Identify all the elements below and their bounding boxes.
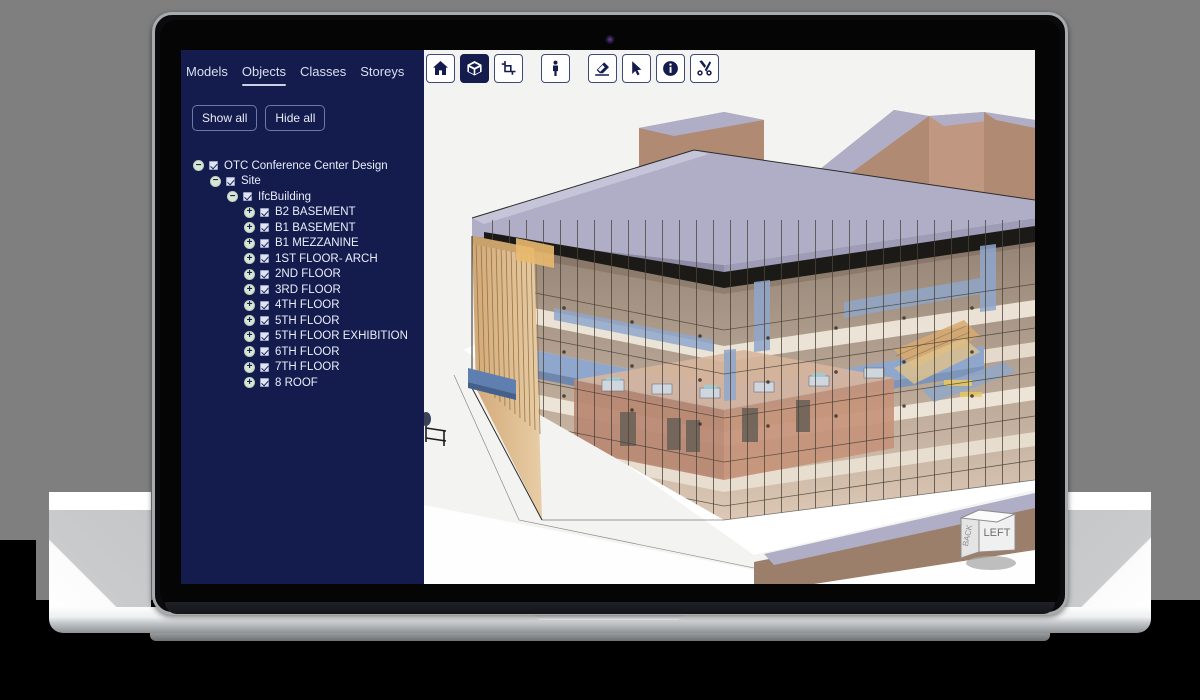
sidebar-tabs: Models Objects Classes Storeys <box>181 64 424 88</box>
show-all-button[interactable]: Show all <box>192 105 258 131</box>
building-model <box>424 50 1035 584</box>
tree-node[interactable]: +8 ROOF <box>181 375 424 391</box>
info-icon[interactable] <box>656 54 685 83</box>
expand-icon[interactable]: + <box>244 377 255 389</box>
tree-node[interactable]: − OTC Conference Center Design <box>181 158 424 174</box>
object-tree: − OTC Conference Center Design − Site − IfcBu… <box>181 131 424 391</box>
expand-icon[interactable]: + <box>244 315 255 327</box>
hide-all-button[interactable]: Hide all <box>265 105 326 131</box>
visibility-checkbox[interactable] <box>260 238 269 248</box>
tree-node[interactable]: +5TH FLOOR EXHIBITION <box>181 329 424 345</box>
cursor-arrow-icon[interactable] <box>622 54 651 83</box>
tree-node[interactable]: + B1 MEZZANINE <box>181 236 424 252</box>
viewport-toolbar <box>424 54 719 83</box>
tree-node-label: IfcBuilding <box>258 190 312 203</box>
visibility-checkbox[interactable] <box>260 223 269 233</box>
tree-node-label: B1 MEZZANINE <box>275 237 359 250</box>
laptop-hinge <box>165 602 1055 614</box>
tab-classes[interactable]: Classes <box>300 64 346 88</box>
tree-node[interactable]: +3RD FLOOR <box>181 282 424 298</box>
collapse-icon[interactable]: − <box>193 160 204 172</box>
visibility-checkbox[interactable] <box>260 285 269 295</box>
decor-panel-left <box>49 510 151 622</box>
navigation-cube[interactable]: BACK LEFT <box>951 500 1023 574</box>
scissors-icon[interactable] <box>690 54 719 83</box>
cube-icon[interactable] <box>460 54 489 83</box>
visibility-checkbox[interactable] <box>226 176 235 186</box>
visibility-checkbox[interactable] <box>260 254 269 264</box>
tree-node-label: 8 ROOF <box>275 376 318 389</box>
tree-node[interactable]: +5TH FLOOR <box>181 313 424 329</box>
app-screen: Models Objects Classes Storeys Show all Hid… <box>181 50 1035 584</box>
decor-panel-cap-left <box>49 492 151 510</box>
expand-icon[interactable]: + <box>244 361 255 373</box>
tree-node[interactable]: + B1 BASEMENT <box>181 220 424 236</box>
tree-node-label: 2ND FLOOR <box>275 268 341 281</box>
visibility-checkbox[interactable] <box>243 192 252 202</box>
expand-icon[interactable]: + <box>244 268 255 280</box>
tree-node-label: B2 BASEMENT <box>275 206 356 219</box>
tab-storeys[interactable]: Storeys <box>360 64 404 88</box>
visibility-checkbox[interactable] <box>260 331 269 341</box>
webcam-icon <box>605 35 615 44</box>
background-left-block <box>0 540 36 700</box>
tree-node[interactable]: +6TH FLOOR <box>181 344 424 360</box>
expand-icon[interactable]: + <box>244 299 255 311</box>
tab-objects[interactable]: Objects <box>241 64 287 88</box>
sidebar: Models Objects Classes Storeys Show all Hid… <box>181 50 424 584</box>
tree-node-label: 7TH FLOOR <box>275 361 340 374</box>
visibility-buttons: Show all Hide all <box>181 88 424 131</box>
tree-node-label: OTC Conference Center Design <box>224 159 388 172</box>
visibility-checkbox[interactable] <box>260 269 269 279</box>
section-plane-icon[interactable] <box>494 54 523 83</box>
tree-node[interactable]: − Site <box>181 174 424 190</box>
tree-node[interactable]: − IfcBuilding <box>181 189 424 205</box>
expand-icon[interactable]: + <box>244 206 255 218</box>
home-icon[interactable] <box>426 54 455 83</box>
tree-node-label: 4TH FLOOR <box>275 299 340 312</box>
laptop-base-foot <box>150 633 1050 641</box>
visibility-checkbox[interactable] <box>260 362 269 372</box>
tree-node-label: B1 BASEMENT <box>275 221 356 234</box>
expand-icon[interactable]: + <box>244 346 255 358</box>
visibility-checkbox[interactable] <box>260 300 269 310</box>
expand-icon[interactable]: + <box>244 284 255 296</box>
visibility-checkbox[interactable] <box>209 161 218 171</box>
model-viewport[interactable]: BACK LEFT <box>424 50 1035 584</box>
tab-models[interactable]: Models <box>186 64 228 88</box>
tree-node[interactable]: +1ST FLOOR- ARCH <box>181 251 424 267</box>
screenshot-root: Models Objects Classes Storeys Show all Hid… <box>0 0 1200 700</box>
visibility-checkbox[interactable] <box>260 207 269 217</box>
collapse-icon[interactable]: − <box>227 191 238 203</box>
tree-node-label: 6TH FLOOR <box>275 345 340 358</box>
tree-node-label: Site <box>241 175 261 188</box>
tree-node[interactable]: + B2 BASEMENT <box>181 205 424 221</box>
expand-icon[interactable]: + <box>244 237 255 249</box>
collapse-icon[interactable]: − <box>210 175 221 187</box>
visibility-checkbox[interactable] <box>260 347 269 357</box>
tree-node-label: 5TH FLOOR <box>275 314 340 327</box>
tree-node[interactable]: +2ND FLOOR <box>181 267 424 283</box>
tree-node-label: 3RD FLOOR <box>275 283 341 296</box>
visibility-checkbox[interactable] <box>260 378 269 388</box>
visibility-checkbox[interactable] <box>260 316 269 326</box>
first-person-icon[interactable] <box>541 54 570 83</box>
expand-icon[interactable]: + <box>244 253 255 265</box>
tree-node[interactable]: +7TH FLOOR <box>181 360 424 376</box>
tree-node-label: 5TH FLOOR EXHIBITION <box>275 330 408 343</box>
tree-node-label: 1ST FLOOR- ARCH <box>275 252 378 265</box>
eraser-icon[interactable] <box>588 54 617 83</box>
expand-icon[interactable]: + <box>244 222 255 234</box>
navcube-front-label: LEFT <box>984 527 1011 539</box>
tree-node[interactable]: +4TH FLOOR <box>181 298 424 314</box>
expand-icon[interactable]: + <box>244 330 255 342</box>
